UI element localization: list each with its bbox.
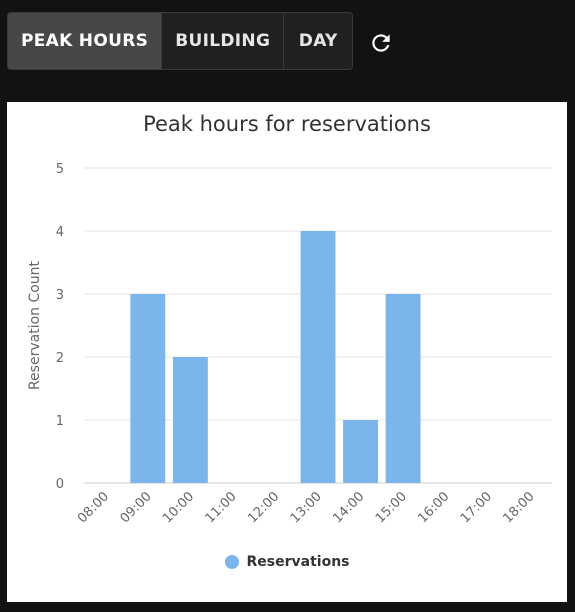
bar-13:00[interactable] — [300, 231, 336, 483]
y-tick-label: 0 — [56, 477, 64, 492]
y-tick-label: 5 — [56, 162, 64, 177]
y-tick-label: 2 — [56, 351, 64, 366]
y-tick-label: 1 — [56, 414, 64, 429]
bar-09:00[interactable] — [130, 294, 166, 483]
y-axis-label: Reservation Count — [27, 260, 43, 390]
peak-hours-chart: 0 1 2 3 4 5 Reservation Count 08:00 09:00 10:00 11… — [27, 162, 552, 526]
tab-building[interactable]: BUILDING — [161, 13, 283, 69]
bar-14:00[interactable] — [343, 420, 378, 483]
chart-card: 0 1 2 3 4 5 Reservation Count 08:00 09:00 10:00 11… — [7, 102, 567, 602]
x-tick-label: 12:00 — [245, 489, 282, 526]
x-tick-label: 13:00 — [288, 489, 325, 526]
x-tick-label: 16:00 — [415, 489, 452, 526]
refresh-icon[interactable] — [368, 30, 394, 56]
bar-10:00[interactable] — [172, 357, 208, 483]
x-tick-label: 08:00 — [75, 489, 112, 526]
legend-label: Reservations — [246, 554, 350, 570]
bar-15:00[interactable] — [385, 294, 421, 483]
tab-day[interactable]: DAY — [283, 13, 352, 69]
y-tick-label: 4 — [56, 225, 64, 240]
x-tick-label: 18:00 — [500, 489, 537, 526]
toolbar: PEAK HOURS BUILDING DAY — [0, 0, 575, 88]
tab-peak-hours[interactable]: PEAK HOURS — [8, 13, 162, 69]
x-tick-label: 11:00 — [203, 489, 240, 526]
legend-marker — [224, 555, 239, 569]
x-tick-label: 10:00 — [160, 489, 197, 526]
x-tick-label: 09:00 — [118, 489, 155, 526]
y-tick-label: 3 — [56, 288, 64, 303]
view-tab-group: PEAK HOURS BUILDING DAY — [7, 12, 353, 70]
x-tick-label: 15:00 — [373, 489, 410, 526]
x-tick-label: 14:00 — [330, 489, 367, 526]
chart-title: Peak hours for reservations — [143, 112, 431, 136]
x-tick-label: 17:00 — [458, 489, 495, 526]
chart-legend[interactable]: Reservations — [7, 554, 567, 570]
